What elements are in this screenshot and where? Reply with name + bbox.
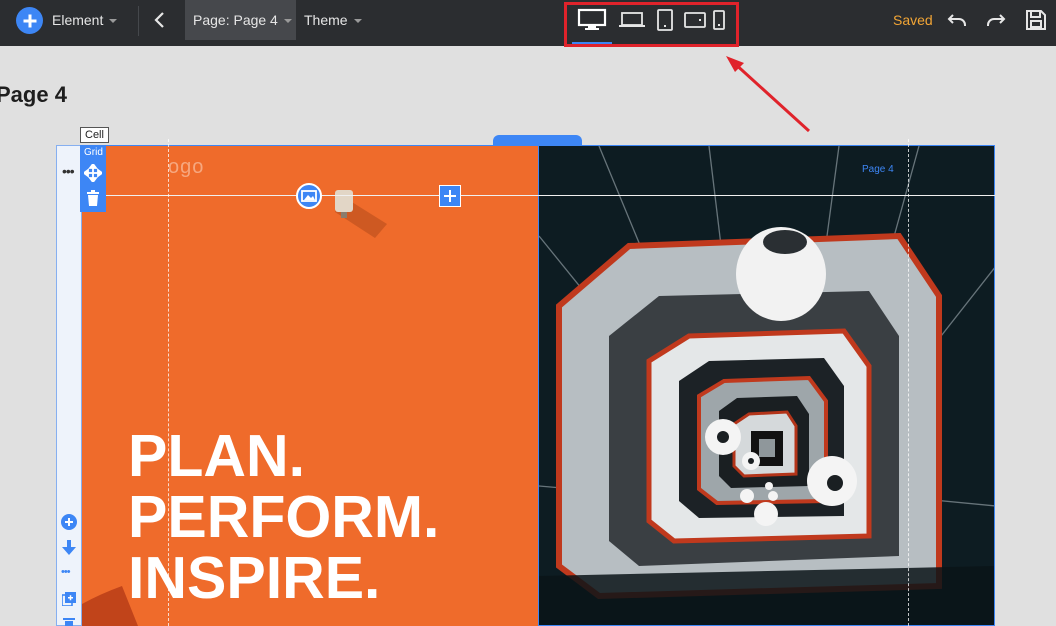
page-title: Page 4: [0, 82, 67, 107]
cell-label: Cell: [80, 127, 109, 143]
row-guide-line: [82, 195, 995, 196]
duplicate-icon[interactable]: [62, 592, 76, 606]
logo-text[interactable]: ogo: [168, 156, 204, 179]
undo-icon[interactable]: [945, 8, 969, 32]
save-icon[interactable]: [1024, 8, 1048, 32]
hero-headline[interactable]: PLAN. PERFORM. INSPIRE.: [128, 426, 439, 609]
page-selector[interactable]: Page: Page 4: [185, 0, 296, 40]
move-down-icon[interactable]: [62, 540, 76, 556]
row-more-icon[interactable]: •••: [62, 163, 75, 179]
chevron-down-icon: [109, 19, 118, 23]
divider: [138, 6, 139, 36]
annotation-arrow-icon: [726, 56, 811, 133]
theme-menu-label: Theme: [304, 12, 348, 28]
headline-line-3: INSPIRE.: [128, 545, 381, 611]
grid-label: Grid: [84, 147, 103, 158]
wall-lamp-image: [335, 190, 387, 238]
delete-row-icon[interactable]: [63, 617, 75, 626]
trash-icon[interactable]: [86, 190, 100, 206]
nav-link-page-4[interactable]: Page 4: [862, 164, 894, 175]
theme-menu[interactable]: Theme: [304, 0, 362, 40]
back-chevron-icon[interactable]: [150, 10, 170, 30]
device-switcher-highlight: [564, 2, 739, 47]
page-selector-label: Page: Page 4: [193, 12, 278, 28]
headline-line-1: PLAN.: [128, 423, 305, 489]
hero-right-column[interactable]: [538, 145, 995, 626]
add-column-icon[interactable]: [439, 185, 461, 207]
move-icon[interactable]: [84, 164, 102, 182]
stairwell-image: [539, 146, 994, 625]
chevron-down-icon: [353, 19, 362, 23]
saved-status: Saved: [893, 12, 933, 28]
add-element-icon[interactable]: [16, 7, 43, 34]
element-menu-label: Element: [52, 12, 104, 28]
column-guide-right: [908, 139, 909, 626]
top-toolbar: Element Page: Page 4 Theme Saved: [0, 0, 1056, 46]
row-options-icon[interactable]: •••: [61, 566, 71, 578]
element-menu[interactable]: Element: [52, 0, 118, 40]
redo-icon[interactable]: [984, 8, 1008, 32]
chevron-down-icon: [283, 19, 292, 23]
headline-line-2: PERFORM.: [128, 484, 440, 550]
change-image-icon[interactable]: [296, 183, 322, 209]
add-row-icon[interactable]: [61, 514, 77, 530]
